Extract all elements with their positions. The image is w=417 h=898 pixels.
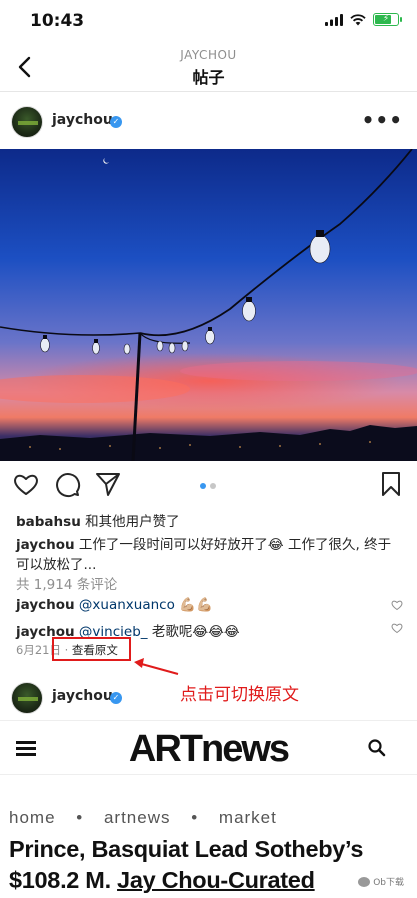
watermark-text: Ob下载 <box>373 878 404 888</box>
post-header: jaychou ✓ ••• <box>0 100 417 146</box>
battery-icon: ⚡ <box>373 13 402 26</box>
breadcrumb-artnews[interactable]: artnews <box>104 808 171 827</box>
breadcrumb-market[interactable]: market <box>219 808 277 827</box>
wifi-icon <box>350 13 366 25</box>
comment-like-icon[interactable] <box>391 622 403 634</box>
sunset-string-lights-image <box>0 149 417 461</box>
carousel-dot <box>210 483 216 489</box>
caption-line-1: jaychou 工作了一段时间可以好好放开了😂 工作了很久, 终于 <box>16 533 391 553</box>
artnews-logo[interactable]: ARTnews <box>0 728 417 771</box>
caption-line-2[interactable]: 可以放松了... <box>16 553 96 573</box>
headline-line-2: $108.2 M. Jay Chou-Curated <box>9 865 414 896</box>
caption-text: 工作了一段时间可以好好放开了😂 工作了很久, 终于 <box>74 537 392 553</box>
view-all-comments[interactable]: 共 1,914 条评论 <box>16 573 117 593</box>
next-post-header: jaychou ✓ <box>0 676 417 722</box>
post-username[interactable]: jaychou <box>52 112 113 128</box>
verified-badge-icon: ✓ <box>110 692 122 704</box>
breadcrumb: home • artnews • market <box>9 808 277 828</box>
charging-bolt-icon: ⚡ <box>382 14 390 24</box>
likes-line: babahsu 和其他用户赞了 <box>16 510 180 530</box>
comment-1: jaychou @xuanxuanco 💪🏼💪🏼 <box>16 597 213 613</box>
breadcrumb-home[interactable]: home <box>9 808 56 827</box>
comment-like-icon[interactable] <box>391 599 403 611</box>
share-icon[interactable] <box>94 470 122 498</box>
search-icon[interactable] <box>367 738 387 758</box>
heart-icon[interactable] <box>12 470 40 498</box>
more-options-icon[interactable]: ••• <box>362 108 403 132</box>
headline-curated: Jay Chou-Curated <box>117 867 315 893</box>
carousel-dot-active <box>200 483 206 489</box>
comment-icon[interactable] <box>53 470 81 498</box>
comment-1-user[interactable]: jaychou <box>16 597 75 613</box>
likes-suffix: 和其他用户赞了 <box>80 514 180 530</box>
breadcrumb-separator: • <box>76 808 84 827</box>
page-title: 帖子 <box>192 68 225 87</box>
wechat-icon <box>358 876 371 887</box>
likes-user[interactable]: babahsu <box>16 514 81 530</box>
artnews-nav: ARTnews <box>0 720 417 775</box>
status-bar: 10:43 ⚡ <box>0 0 417 44</box>
bookmark-icon[interactable] <box>377 470 405 498</box>
next-post-username[interactable]: jaychou <box>52 688 113 704</box>
comment-1-text: 💪🏼💪🏼 <box>174 597 213 613</box>
avatar[interactable] <box>11 106 43 138</box>
avatar[interactable] <box>11 682 43 714</box>
post-photo[interactable] <box>0 149 417 461</box>
caption-username[interactable]: jaychou <box>16 537 75 553</box>
headline-line-1: Prince, Basquiat Lead Sotheby’s <box>9 836 364 862</box>
headline-price: $108.2 M. <box>9 867 118 893</box>
annotation-highlight-box <box>52 637 131 661</box>
cellular-signal-icon <box>325 13 343 26</box>
carousel-indicator <box>200 483 216 489</box>
post-actions <box>0 470 417 502</box>
status-icons: ⚡ <box>325 13 402 26</box>
breadcrumb-separator: • <box>191 808 199 827</box>
watermark: Ob下载 <box>355 874 407 889</box>
comment-1-mention[interactable]: @xuanxuanco <box>79 597 175 613</box>
status-time: 10:43 <box>30 11 85 31</box>
article-headline[interactable]: Prince, Basquiat Lead Sotheby’s $108.2 M… <box>9 834 414 896</box>
nav-subtitle: JAYCHOU <box>180 48 237 62</box>
nav-bar: JAYCHOU 帖子 <box>0 44 417 92</box>
comment-2-text: 老歌呢😂😂😂 <box>147 624 240 640</box>
verified-badge-icon: ✓ <box>110 116 122 128</box>
